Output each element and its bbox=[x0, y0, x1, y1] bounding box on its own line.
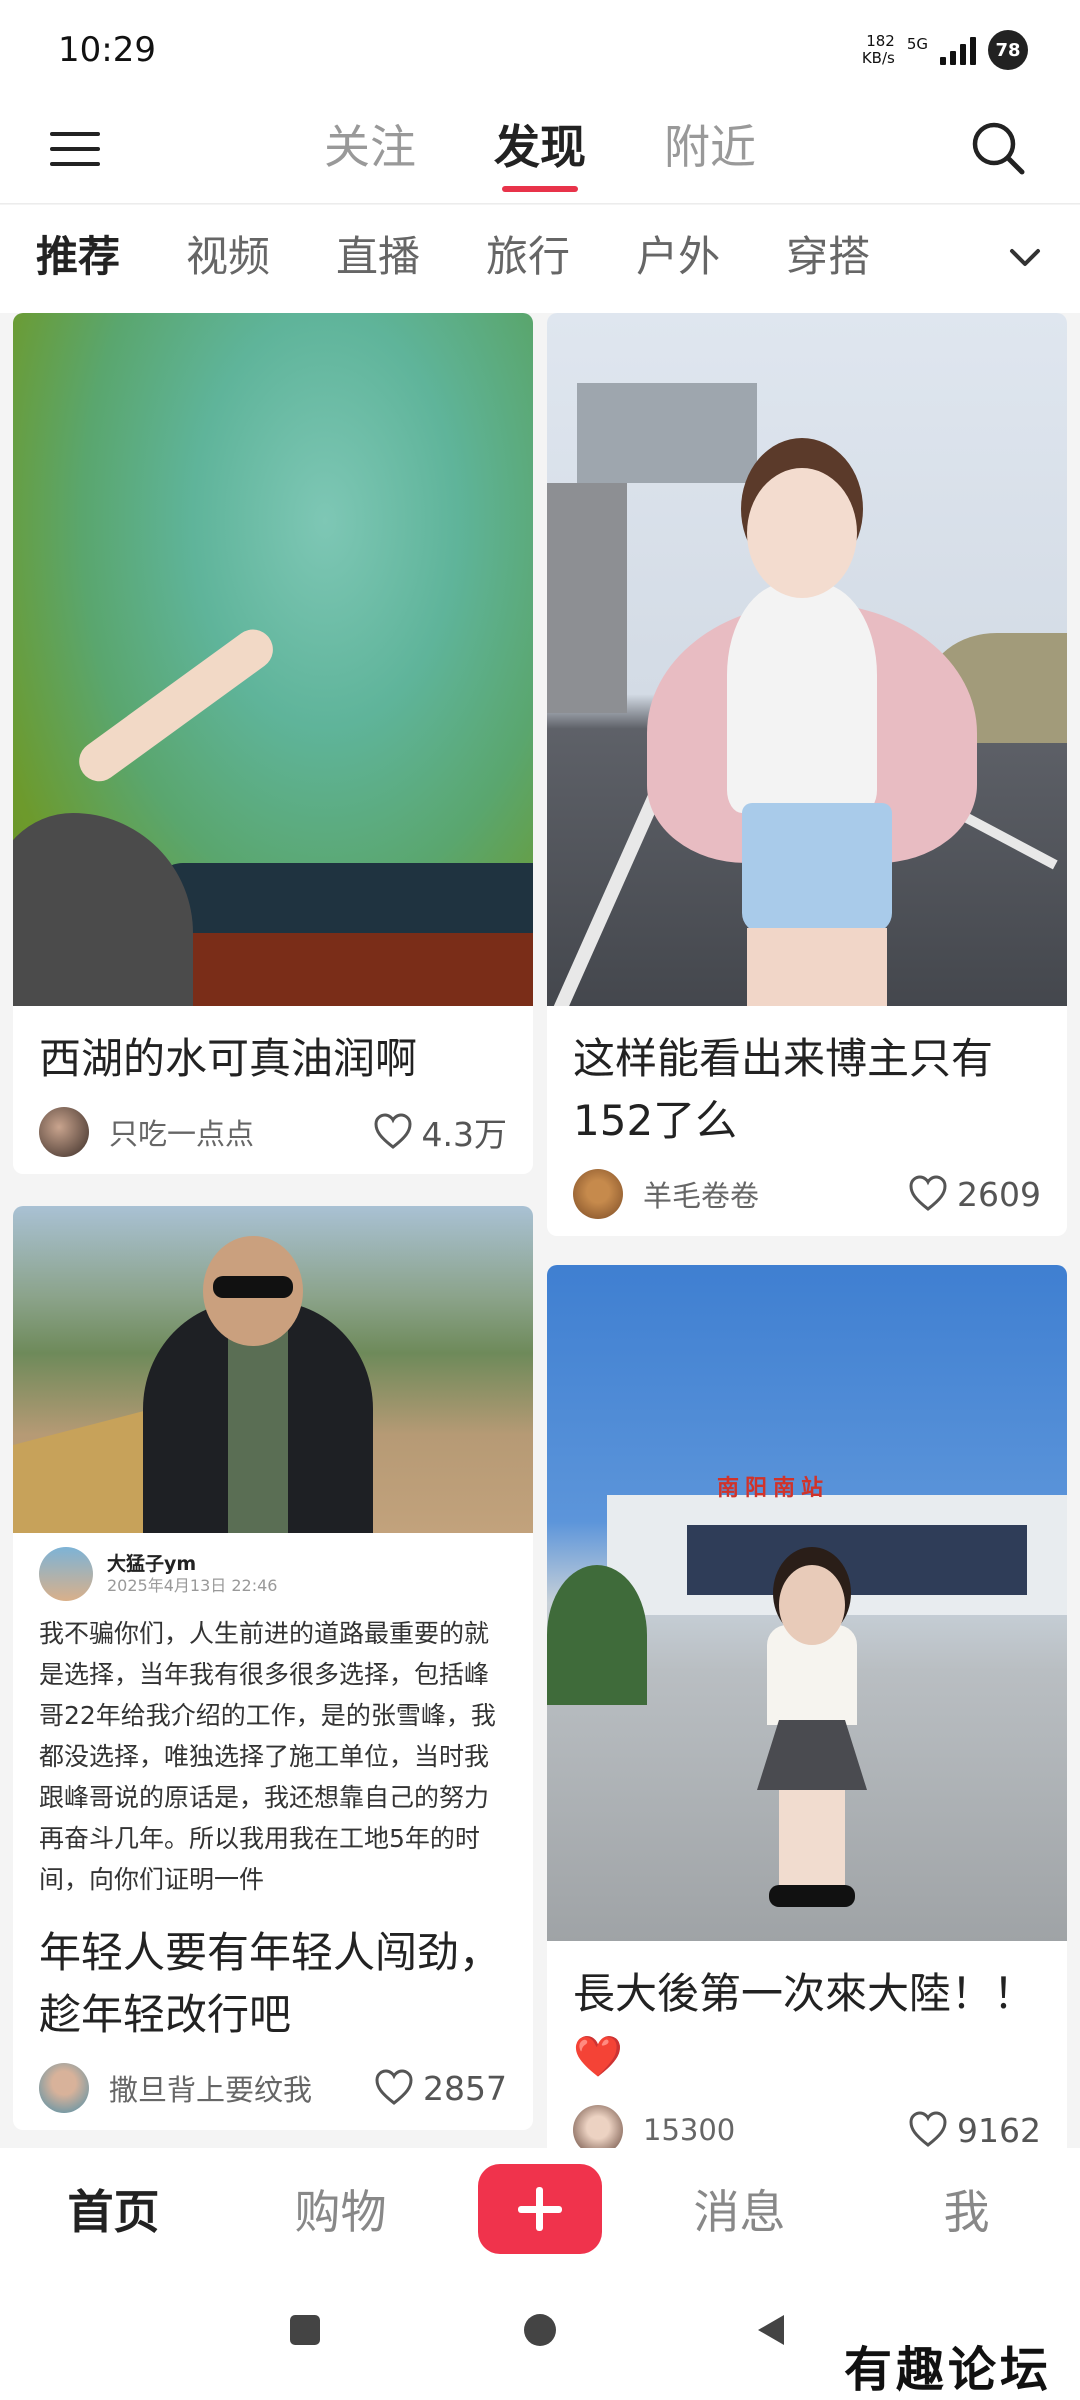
category-list: 推荐 视频 直播 旅行 户外 穿搭 bbox=[36, 227, 870, 287]
card-image bbox=[13, 313, 533, 1006]
bottom-tab-bar: 首页 购物 消息 我 bbox=[0, 2148, 1080, 2270]
feed-card[interactable]: 南阳南站 長大後第一次來大陸！！ ❤️ 15300 9162 bbox=[547, 1265, 1067, 2148]
author-name[interactable]: 撒旦背上要纹我 bbox=[109, 2067, 373, 2109]
network-speed: 182 KB/s bbox=[862, 33, 895, 67]
like-button[interactable]: 2609 bbox=[907, 1173, 1041, 1215]
category-fade bbox=[920, 205, 1000, 313]
tab-me[interactable]: 我 bbox=[853, 2176, 1080, 2242]
watermark: 有趣论坛 bbox=[843, 2342, 1052, 2398]
network-speed-unit: KB/s bbox=[861, 49, 895, 67]
tab-discover[interactable]: 发现 bbox=[494, 114, 586, 192]
post-username: 大猛子ym bbox=[107, 1553, 197, 1575]
avatar[interactable] bbox=[39, 1107, 89, 1157]
battery-indicator: 78 bbox=[988, 30, 1028, 70]
status-indicators: 182 KB/s 5G 78 bbox=[862, 30, 1028, 70]
tab-shop[interactable]: 购物 bbox=[227, 2176, 454, 2242]
card-title: 这样能看出来博主只有152了么 bbox=[573, 1034, 994, 1145]
category-bar: 推荐 视频 直播 旅行 户外 穿搭 bbox=[0, 205, 1080, 313]
home-icon[interactable] bbox=[524, 2314, 556, 2346]
category-live[interactable]: 直播 bbox=[336, 227, 420, 287]
post-header: 大猛子ym 2025年4月13日 22:46 bbox=[13, 1533, 533, 1601]
post-meta: 大猛子ym 2025年4月13日 22:46 bbox=[107, 1552, 277, 1596]
card-title: 長大後第一次來大陸！！ ❤️ bbox=[547, 1963, 1067, 2088]
avatar[interactable] bbox=[39, 2063, 89, 2113]
search-icon[interactable] bbox=[968, 118, 1028, 178]
tab-nearby[interactable]: 附近 bbox=[664, 114, 756, 184]
feed-card[interactable]: 大猛子ym 2025年4月13日 22:46 我不骗你们，人生前进的道路最重要的… bbox=[13, 1206, 533, 2130]
card-image bbox=[547, 313, 1067, 1006]
network-speed-value: 182 bbox=[866, 32, 895, 50]
category-outdoor[interactable]: 户外 bbox=[636, 227, 720, 287]
card-image bbox=[13, 1206, 533, 1533]
like-button[interactable]: 4.3万 bbox=[372, 1108, 507, 1156]
heart-icon bbox=[375, 2069, 413, 2105]
heart-icon bbox=[374, 1113, 412, 1149]
like-count: 4.3万 bbox=[421, 1115, 507, 1154]
like-count: 9162 bbox=[957, 2110, 1041, 2149]
plus-icon[interactable] bbox=[478, 2164, 602, 2254]
signal-icon bbox=[940, 35, 976, 65]
like-count: 2857 bbox=[423, 2068, 507, 2108]
recents-icon[interactable] bbox=[290, 2315, 320, 2345]
station-sign: 南阳南站 bbox=[717, 1476, 830, 1501]
tab-messages[interactable]: 消息 bbox=[626, 2176, 853, 2242]
top-tabs: 关注 发现 附近 bbox=[0, 114, 1080, 192]
like-button[interactable]: 2857 bbox=[373, 2067, 507, 2109]
card-title-text: 長大後第一次來大陸！！ bbox=[573, 1969, 1036, 2018]
card-footer: 15300 9162 bbox=[547, 2088, 1067, 2148]
heart-icon bbox=[909, 2111, 947, 2147]
card-footer: 只吃一点点 4.3万 bbox=[13, 1090, 533, 1174]
system-nav-bar: 有趣论坛 bbox=[0, 2270, 1080, 2400]
card-image: 南阳南站 bbox=[547, 1265, 1067, 1941]
feed: 西湖的水可真油润啊 只吃一点点 4.3万 这样能看出来博主只有152了么 羊毛卷… bbox=[0, 313, 1080, 2148]
feed-card[interactable]: 这样能看出来博主只有152了么 羊毛卷卷 2609 bbox=[547, 313, 1067, 1236]
category-recommend[interactable]: 推荐 bbox=[36, 227, 120, 287]
card-footer: 撒旦背上要纹我 2857 bbox=[13, 2046, 533, 2130]
like-button[interactable]: 9162 bbox=[907, 2109, 1041, 2148]
feed-card[interactable]: 西湖的水可真油润啊 只吃一点点 4.3万 bbox=[13, 313, 533, 1174]
tab-following[interactable]: 关注 bbox=[324, 114, 416, 184]
avatar[interactable] bbox=[573, 2105, 623, 2148]
heart-icon bbox=[909, 1175, 947, 1211]
avatar bbox=[39, 1547, 93, 1601]
author-name[interactable]: 羊毛卷卷 bbox=[643, 1173, 907, 1215]
heart-emoji: ❤️ bbox=[573, 2034, 623, 2080]
tab-home[interactable]: 首页 bbox=[0, 2176, 227, 2242]
network-type: 5G bbox=[906, 35, 928, 53]
status-time: 10:29 bbox=[58, 30, 156, 70]
category-video[interactable]: 视频 bbox=[186, 227, 270, 287]
back-icon[interactable] bbox=[758, 2315, 784, 2345]
top-nav: 关注 发现 附近 bbox=[0, 100, 1080, 204]
card-footer: 羊毛卷卷 2609 bbox=[547, 1152, 1067, 1236]
post-body: 我不骗你们，人生前进的道路最重要的就是选择，当年我有很多很多选择，包括峰哥22年… bbox=[39, 1619, 496, 1894]
status-bar: 10:29 182 KB/s 5G 78 bbox=[0, 0, 1080, 100]
card-title: 年轻人要有年轻人闯劲，趁年轻改行吧 bbox=[39, 1928, 502, 2039]
avatar[interactable] bbox=[573, 1169, 623, 1219]
card-title: 西湖的水可真油润啊 bbox=[39, 1034, 418, 1083]
post-timestamp: 2025年4月13日 22:46 bbox=[107, 1576, 278, 1595]
category-outfit[interactable]: 穿搭 bbox=[786, 227, 870, 287]
like-count: 2609 bbox=[957, 1174, 1041, 1214]
author-name[interactable]: 只吃一点点 bbox=[109, 1111, 372, 1153]
author-name[interactable]: 15300 bbox=[643, 2113, 907, 2147]
category-travel[interactable]: 旅行 bbox=[486, 227, 570, 287]
chevron-down-icon[interactable] bbox=[1000, 233, 1050, 283]
